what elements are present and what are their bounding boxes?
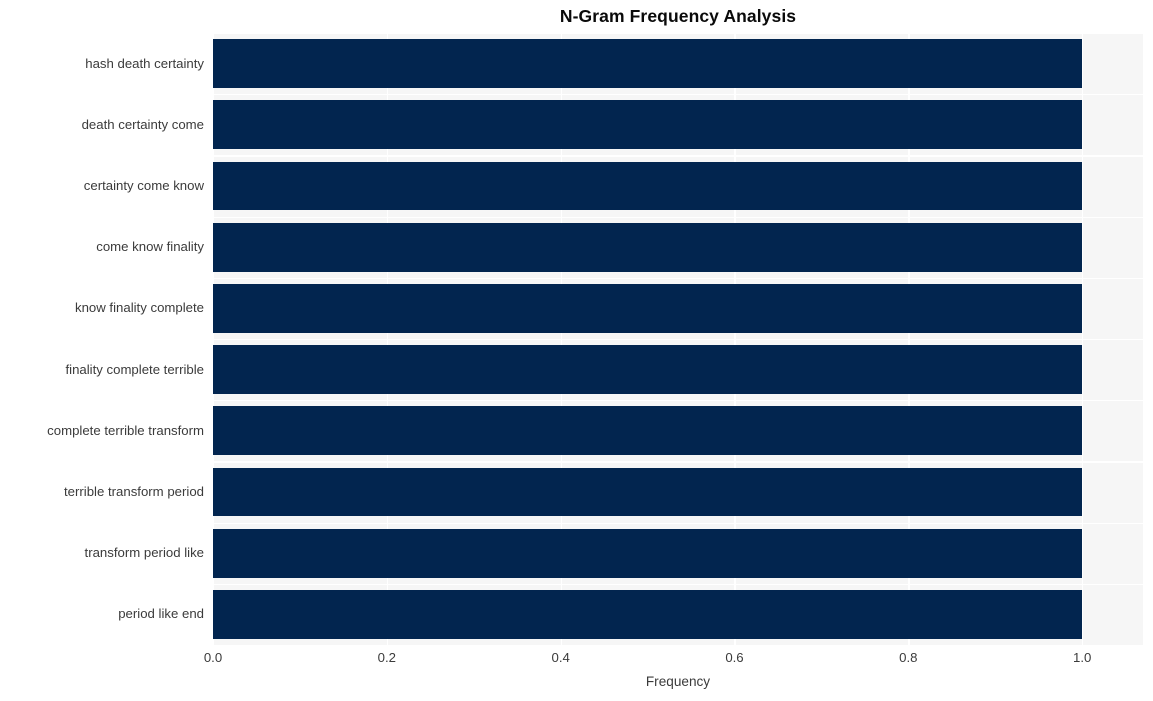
- gridline-horizontal: [213, 522, 1143, 524]
- bar: [213, 406, 1083, 456]
- gridline-horizontal: [213, 583, 1143, 586]
- y-axis-tick-label: terrible transform period: [64, 484, 204, 499]
- bar: [213, 467, 1083, 517]
- bar: [213, 100, 1083, 150]
- y-axis-tick-label: certainty come know: [83, 178, 204, 193]
- gridline-horizontal: [213, 277, 1143, 280]
- bar: [213, 345, 1083, 395]
- bar: [213, 528, 1083, 578]
- bar: [213, 222, 1083, 272]
- x-axis-tick-label: 0.0: [203, 650, 223, 665]
- plot-area: [213, 33, 1143, 645]
- x-axis-tick-label: 0.8: [899, 650, 918, 665]
- gridline-horizontal: [213, 400, 1143, 402]
- x-axis-tick-label: 0.6: [725, 650, 744, 665]
- gridline-vertical: [1082, 33, 1084, 645]
- y-axis-tick-label: complete terrible transform: [47, 422, 204, 438]
- y-axis-tick-label: hash death certainty: [85, 55, 204, 71]
- y-axis-tick-label: come know finality: [96, 239, 204, 255]
- gridline-horizontal: [213, 216, 1143, 218]
- bar: [213, 39, 1083, 89]
- y-axis-tick-label: period like end: [118, 606, 204, 622]
- x-axis-tick-label: 1.0: [1072, 650, 1092, 665]
- x-axis-tick-labels: 0.0 0.2 0.4 0.6 0.8 1.0: [0, 650, 1153, 674]
- y-axis-tick-label: transform period like: [84, 545, 204, 561]
- bar: [213, 161, 1083, 211]
- gridline-horizontal: [213, 339, 1143, 341]
- x-axis-tick-label: 0.2: [377, 650, 396, 665]
- chart-figure: N-Gram Frequency Analysis hash death cer…: [0, 0, 1153, 701]
- chart-title: N-Gram Frequency Analysis: [559, 6, 797, 26]
- gridline-horizontal: [213, 155, 1143, 157]
- x-axis-tick-label: 0.4: [551, 650, 570, 665]
- gridline-horizontal: [213, 461, 1143, 463]
- y-axis-tick-labels: hash death certainty death certainty come…: [0, 0, 204, 701]
- bar: [213, 283, 1083, 333]
- x-axis-label: Frequency: [645, 674, 711, 689]
- bar: [213, 589, 1083, 639]
- y-axis-tick-label: finality complete terrible: [65, 361, 204, 377]
- gridline-horizontal: [213, 33, 1143, 35]
- y-axis-tick-label: death certainty come: [81, 116, 204, 132]
- y-axis-tick-label: know finality complete: [74, 300, 204, 316]
- gridline-horizontal: [213, 94, 1143, 96]
